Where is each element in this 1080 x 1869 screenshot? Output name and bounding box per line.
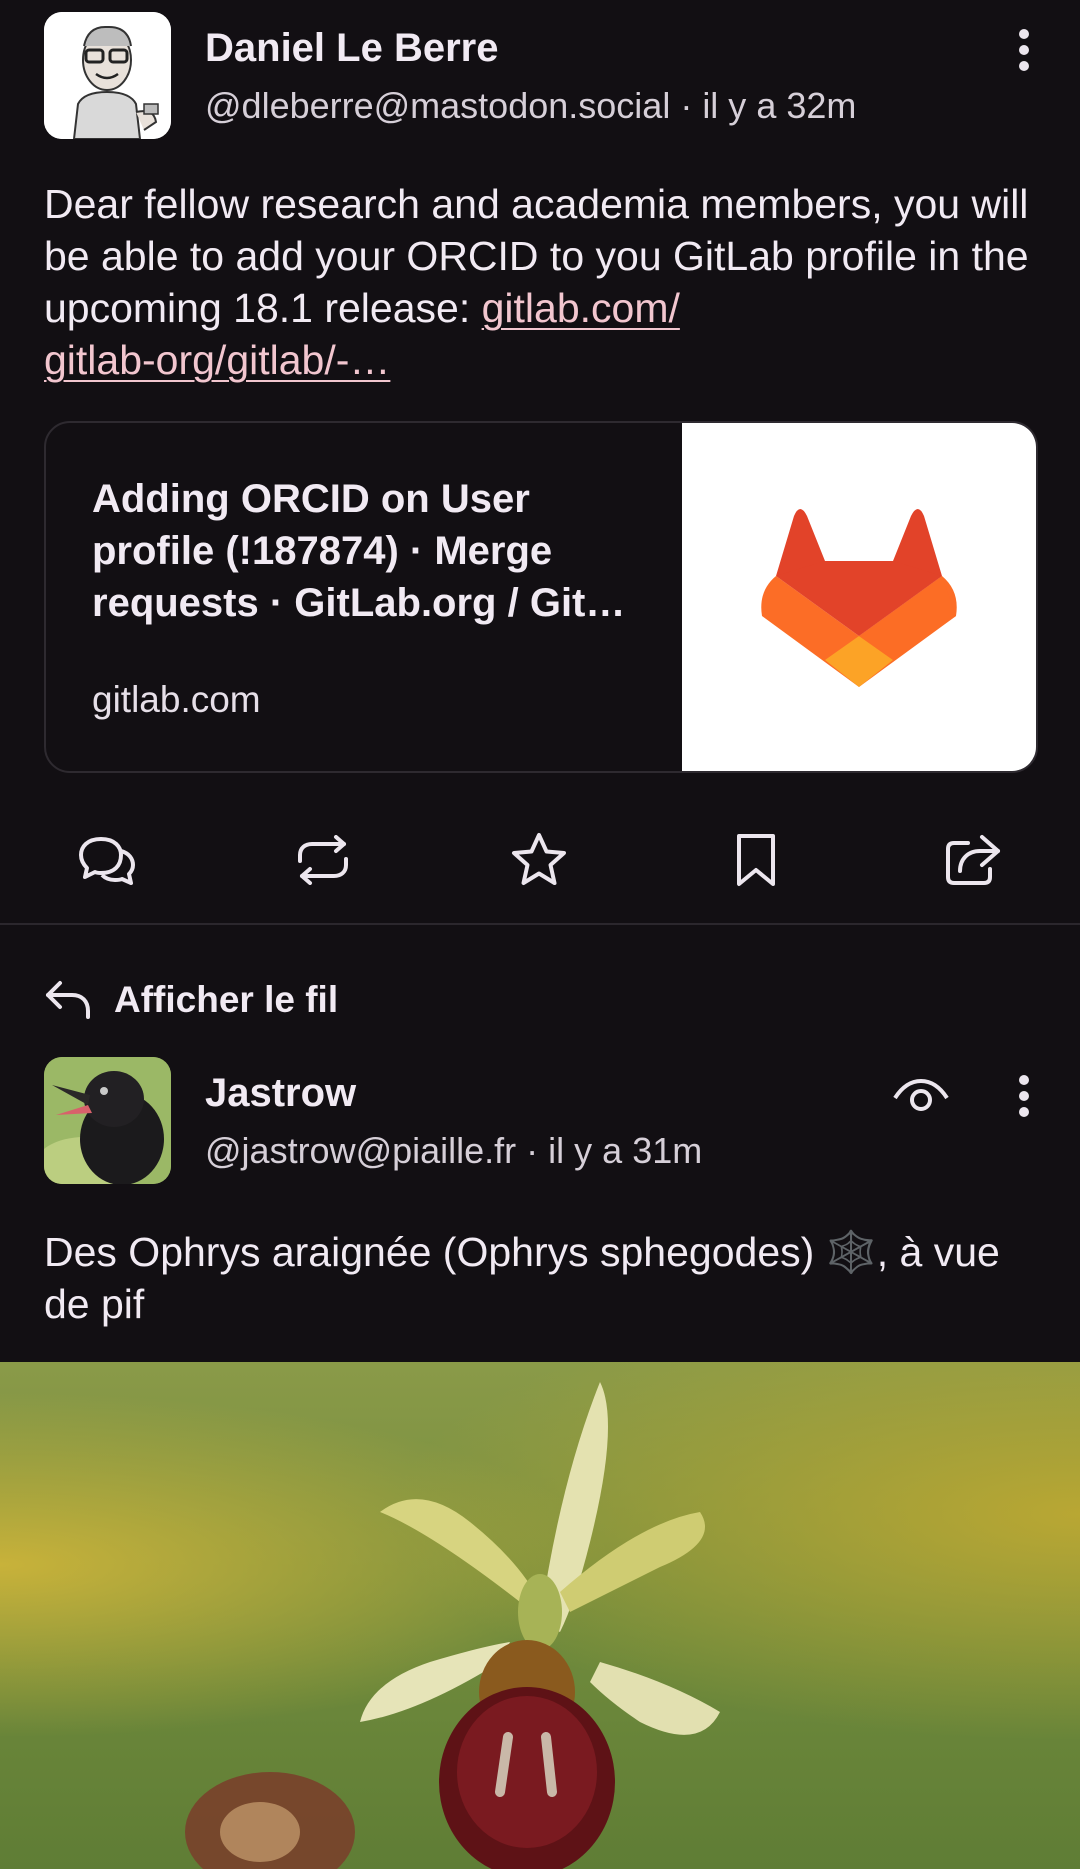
show-thread-label: Afficher le fil [114, 979, 339, 1020]
bookmark-icon[interactable] [716, 820, 796, 900]
favourite-icon[interactable] [499, 820, 579, 900]
link-preview-card[interactable]: Adding ORCID on User profile (!187874) ·… [44, 421, 1038, 773]
post-image[interactable] [0, 1362, 1080, 1869]
post-time[interactable]: il y a 31m [548, 1130, 702, 1171]
more-vert-icon[interactable] [1004, 20, 1044, 80]
share-icon[interactable] [933, 820, 1013, 900]
post-time[interactable]: il y a 32m [702, 85, 856, 126]
post-link-line2[interactable]: gitlab-org/gitlab/-… [44, 337, 390, 383]
post-link-line1[interactable]: gitlab.com/ [482, 285, 680, 331]
author-name[interactable]: Jastrow [205, 1071, 356, 1116]
show-thread-link[interactable]: Afficher le fil [44, 970, 338, 1030]
post-content: Dear fellow research and academia member… [44, 178, 1044, 386]
author-name[interactable]: Daniel Le Berre [205, 26, 498, 71]
post-text: Des Ophrys araignée (Ophrys sphegodes) 🕸… [44, 1229, 1000, 1327]
author-handle[interactable]: @jastrow@piaille.fr [205, 1130, 516, 1171]
avatar-jastrow[interactable] [44, 1057, 171, 1184]
author-handle[interactable]: @dleberre@mastodon.social [205, 85, 670, 126]
more-vert-icon[interactable] [1004, 1066, 1044, 1126]
card-domain: gitlab.com [92, 679, 261, 720]
avatar-dleberre[interactable] [44, 12, 171, 139]
author-handle-time: @jastrow@piaille.fr · il y a 31m [205, 1130, 702, 1172]
reply-arrow-icon [46, 981, 90, 1019]
gitlab-logo-icon [682, 423, 1036, 771]
boost-icon[interactable] [283, 820, 363, 900]
reply-icon[interactable] [67, 820, 147, 900]
post-actions [0, 820, 1080, 900]
card-title: Adding ORCID on User profile (!187874) ·… [92, 477, 626, 625]
eye-icon[interactable] [890, 1073, 952, 1119]
post-divider [0, 923, 1080, 925]
separator: · [516, 1130, 549, 1171]
separator: · [670, 85, 703, 126]
author-handle-time: @dleberre@mastodon.social · il y a 32m [205, 85, 856, 127]
